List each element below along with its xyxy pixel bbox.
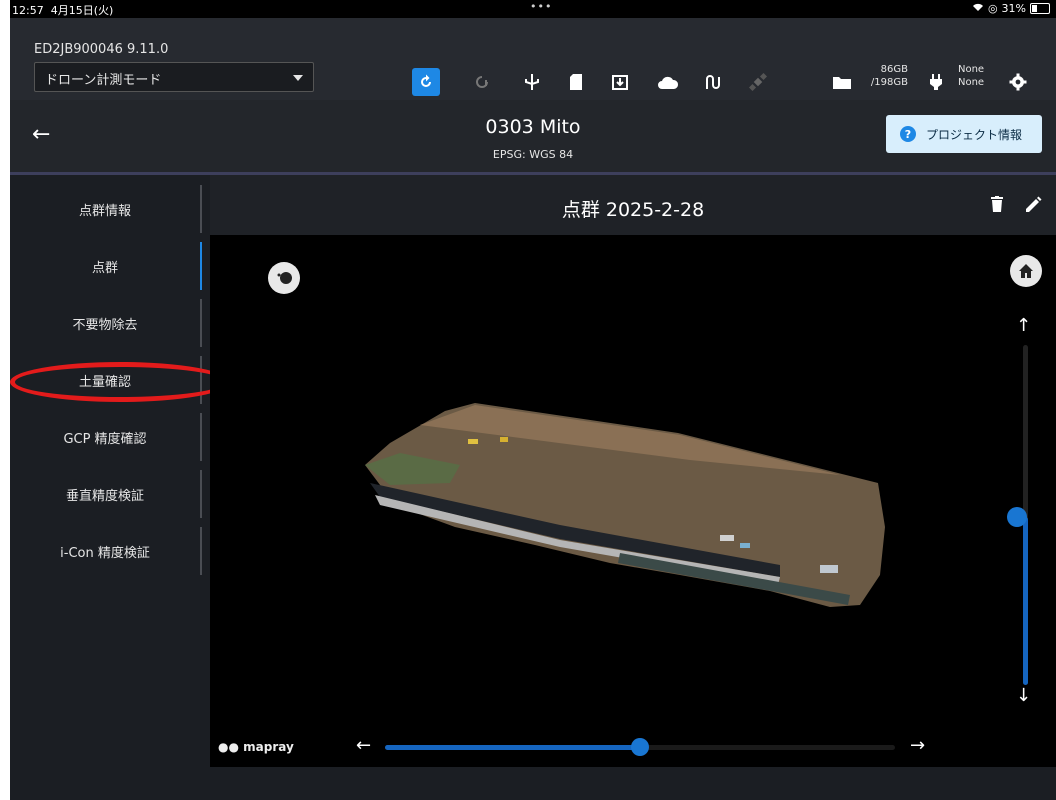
help-icon: ? xyxy=(900,126,916,142)
status-bar: 12:57 4月15日(火) ••• ◎ 31% xyxy=(10,0,1056,18)
project-header: ← 0303 Mito EPSG: WGS 84 ? プロジェクト情報 xyxy=(10,100,1056,175)
edit-pencil-icon[interactable] xyxy=(1024,196,1042,219)
sidebar-item-label: 土量確認 xyxy=(78,374,131,390)
content-title: 点群 2025-2-28 xyxy=(561,199,705,221)
storage-used: 86GB xyxy=(880,64,908,75)
sidebar-item-volume-check[interactable]: 土量確認 xyxy=(10,356,202,404)
sidebar-item-label: i-Con 精度検証 xyxy=(60,545,150,561)
trash-icon[interactable] xyxy=(990,196,1004,217)
pan-left-arrow-icon[interactable]: ← xyxy=(356,735,371,756)
connection-status: None None xyxy=(958,63,984,89)
device-toolbar: ED2JB900046 9.11.0 ドローン計測モード 86GB /198GB… xyxy=(10,18,1056,100)
app-screen: 12:57 4月15日(火) ••• ◎ 31% ED2JB900046 9.1… xyxy=(10,0,1056,800)
chevron-down-icon xyxy=(293,75,303,81)
project-info-label: プロジェクト情報 xyxy=(926,127,1023,142)
horizontal-slider-thumb[interactable] xyxy=(631,738,649,756)
battery-percent: 31% xyxy=(1001,2,1026,15)
status-right: ◎ 31% xyxy=(972,2,1050,15)
vertical-slider-fill xyxy=(1023,517,1028,685)
sidebar-item-label: 不要物除去 xyxy=(72,317,138,333)
cloud-icon[interactable] xyxy=(654,68,682,96)
zoom-in-up-arrow-icon[interactable]: ↑ xyxy=(1016,315,1031,336)
connection-status-2: None xyxy=(958,77,985,88)
sidebar-item-pointcloud[interactable]: 点群 xyxy=(10,242,202,290)
sidebar-item-label: 点群 xyxy=(91,260,118,276)
storage-info: 86GB /198GB xyxy=(866,63,908,89)
sidebar-item-icon-accuracy[interactable]: i-Con 精度検証 xyxy=(10,527,202,575)
vertical-slider-thumb[interactable] xyxy=(1007,507,1027,527)
mapray-logo-text: mapray xyxy=(243,740,294,754)
storage-total: /198GB xyxy=(870,77,908,88)
download-icon[interactable] xyxy=(606,68,634,96)
multitask-dots[interactable]: ••• xyxy=(530,0,552,13)
sidebar-item-vertical-accuracy[interactable]: 垂直精度検証 xyxy=(10,470,202,518)
horizontal-slider-fill xyxy=(385,745,640,750)
content-header: 点群 2025-2-28 xyxy=(210,175,1056,235)
sd-card-icon[interactable] xyxy=(562,68,590,96)
pointcloud-render[interactable] xyxy=(360,395,940,615)
device-id: ED2JB900046 9.11.0 xyxy=(34,42,169,57)
refresh-icon[interactable] xyxy=(412,68,440,96)
date-text: 4月15日(火) xyxy=(50,4,114,17)
connection-status-1: None xyxy=(958,64,985,75)
sidebar-item-pointcloud-info[interactable]: 点群情報 xyxy=(10,185,202,233)
satellite-icon[interactable] xyxy=(744,68,772,96)
pan-right-arrow-icon[interactable]: → xyxy=(910,735,925,756)
light-toggle-button[interactable] xyxy=(268,262,300,294)
mode-select-value: ドローン計測モード xyxy=(45,73,162,88)
sidebar-item-label: 点群情報 xyxy=(78,203,131,219)
sync-disabled-icon[interactable] xyxy=(468,68,496,96)
time-text: 12:57 xyxy=(12,4,44,17)
folder-icon[interactable] xyxy=(828,68,856,96)
wifi-icon xyxy=(972,2,984,15)
usb-icon[interactable] xyxy=(518,68,546,96)
orientation-lock-icon: ◎ xyxy=(987,2,998,15)
battery-icon xyxy=(1030,3,1050,14)
power-plug-icon[interactable] xyxy=(922,68,950,96)
mapray-logo: ●● mapray xyxy=(218,740,294,754)
gear-icon[interactable] xyxy=(1004,68,1032,96)
sidebar-item-noise-removal[interactable]: 不要物除去 xyxy=(10,299,202,347)
zoom-out-down-arrow-icon[interactable]: ↓ xyxy=(1016,685,1031,706)
route-icon[interactable] xyxy=(698,68,726,96)
sidebar-item-label: GCP 精度確認 xyxy=(63,431,147,447)
sidebar: 点群情報 点群 不要物除去 土量確認 GCP 精度確認 垂直精度検証 i-Con… xyxy=(10,175,210,800)
pointcloud-viewer[interactable]: ↑ ↓ ●● mapray ← → xyxy=(210,235,1056,767)
mapray-logo-icon: ●● xyxy=(218,740,244,754)
sidebar-item-label: 垂直精度検証 xyxy=(65,488,144,504)
mode-select[interactable]: ドローン計測モード xyxy=(34,62,314,92)
project-info-button[interactable]: ? プロジェクト情報 xyxy=(886,115,1042,153)
home-icon[interactable] xyxy=(1010,255,1042,287)
sidebar-item-gcp-accuracy[interactable]: GCP 精度確認 xyxy=(10,413,202,461)
status-time: 12:57 4月15日(火) xyxy=(12,2,113,18)
